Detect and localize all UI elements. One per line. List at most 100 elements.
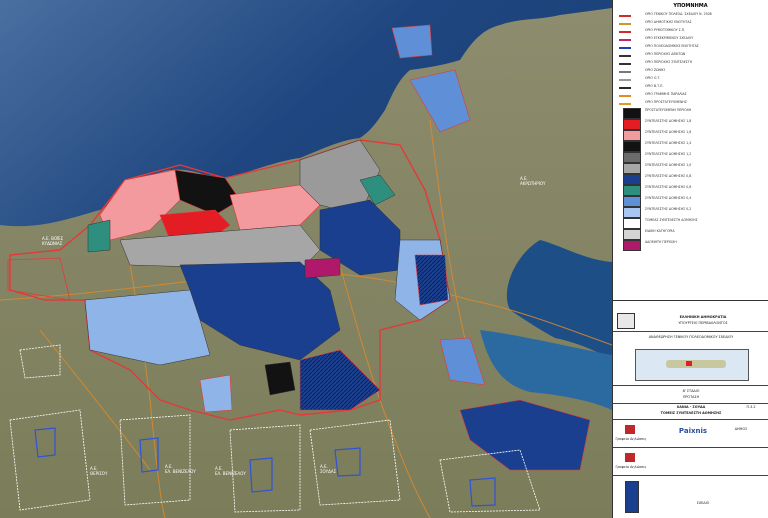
- legend-item-label: ΣΥΝΤΕΛΕΣΤΗΣ ΔΟΜΗΣΗΣ 0,8: [645, 174, 692, 178]
- legend-swatch-line: [619, 63, 631, 65]
- logo-1-text: Γραφείο Δηλώσεις: [615, 437, 647, 441]
- legend-swatch-box: [623, 119, 641, 130]
- map-canvas[interactable]: Α.Ε. ΒΟΪΕΣ ΚΥΔΩΝΙΑΣ Α.Ε. ΑΚΡΩΤΗΡΙΟΥ Α.Ε. ΘΕ…: [0, 0, 612, 518]
- title-block: ΕΛΛΗΝΙΚΗ ΔΗΜΟΚΡΑΤΙΑ ΥΠΟΥΡΓΕΙΟ ΠΕΡΙΒΑΛΛΟΝ…: [612, 300, 768, 518]
- label-voies: Α.Ε. ΒΟΪΕΣ ΚΥΔΩΝΙΑΣ: [42, 236, 64, 246]
- legend-item-label: ΟΡΙΟ ΔΗΜΟΤΙΚΗΣ ΕΝΟΤΗΤΑΣ: [645, 20, 692, 24]
- legend-swatch-box: [623, 218, 641, 229]
- legend-swatch-box: [623, 152, 641, 163]
- footer-text: ΣΧΕΔΙΟ: [696, 501, 710, 505]
- legend-item-label: ΟΡΙΟ ΖΩΝΗΣ: [645, 68, 666, 72]
- logo-1-icon: [625, 425, 635, 434]
- sheet-code: Π.3.2: [746, 405, 756, 409]
- legend-item-label: ΣΥΝΤΕΛΕΣΤΗΣ ΔΟΜΗΣΗΣ 1,0: [645, 163, 692, 167]
- legend-item-label: ΣΥΝΤΕΛΕΣΤΗΣ ΔΟΜΗΣΗΣ 1,4: [645, 141, 692, 145]
- legend-item-label: ΟΡΙΟ ΠΟΛΕΟΔΟΜΙΚΗΣ ΕΝΟΤΗΤΑΣ: [645, 44, 699, 48]
- zone-hatched-east[interactable]: [414, 254, 449, 306]
- legend-item: ΣΥΝΤΕΛΕΣΤΗΣ ΔΟΜΗΣΗΣ 1,2: [619, 152, 767, 163]
- title-stage2: ΠΡΟΤΑΣΗ: [682, 395, 700, 399]
- legend-item: ΟΡΙΟ ΠΡΟΣΤΑΤΕΥΟΜΕΝΗΣ: [619, 100, 767, 108]
- title-org: ΕΛΛΗΝΙΚΗ ΔΗΜΟΚΡΑΤΙΑ: [679, 315, 727, 319]
- legend-item: ΟΡΙΟ Β.Τ.Π.: [619, 84, 767, 92]
- legend-swatch-line: [619, 39, 631, 41]
- legend-item-label: ΣΥΝΤΕΛΕΣΤΗΣ ΔΟΜΗΣΗΣ 0,6: [645, 185, 692, 189]
- legend-item: ΤΟΜΕΑΣ ΣΥΝΤΕΛΕΣΤΗ ΔΟΜΗΣΗΣ: [619, 218, 767, 229]
- legend-item: ΣΥΝΤΕΛΕΣΤΗΣ ΔΟΜΗΣΗΣ 0,8: [619, 174, 767, 185]
- legend-swatch-line: [619, 71, 631, 73]
- legend-title: ΥΠΟΜΝΗΜΑ: [673, 3, 708, 9]
- zone-south-lightblue[interactable]: [199, 374, 233, 413]
- legend-swatch-line: [619, 79, 631, 81]
- logo-2-text: ΔΗΜΟΣ: [734, 427, 748, 431]
- legend-swatch-box: [623, 163, 641, 174]
- legend-swatch-line: [619, 15, 631, 17]
- legend-item-label: ΟΡΙΟ ΠΕΡΙΟΧΗΣ ΣΥΝΤΕΛΕΣΤΗ: [645, 60, 693, 64]
- emblem-icon: [617, 313, 635, 329]
- sheet-title: ΤΟΜΕΙΣ ΣΥΝΤΕΛΕΣΤΗ ΔΟΜΗΣΗΣ: [660, 411, 722, 415]
- legend-item-label: ΕΙΔΙΚΗ ΚΑΤΗΓΟΡΙΑ: [645, 229, 675, 233]
- legend-swatch-box: [623, 196, 641, 207]
- legend-swatch-line: [619, 103, 631, 105]
- legend-swatch-box: [623, 240, 641, 251]
- legend-item-label: ΟΡΙΟ ΓΕΝΙΚΟΥ ΠΟΛΕΟΔ. ΣΧΕΔΙΟΥ Ν. 2508: [645, 12, 712, 16]
- legend-swatch-line: [619, 55, 631, 57]
- legend-item-label: ΑΔΟΜΗΤΗ ΠΕΡΙΟΧΗ: [645, 240, 677, 244]
- legend-item: ΟΡΙΟ ΠΟΛΕΟΔΟΜΙΚΗΣ ΕΝΟΤΗΤΑΣ: [619, 44, 767, 52]
- legend-item: ΑΔΟΜΗΤΗ ΠΕΡΙΟΧΗ: [619, 240, 767, 251]
- legend-panel: ΥΠΟΜΝΗΜΑ ΟΡΙΟ ΓΕΝΙΚΟΥ ΠΟΛΕΟΔ. ΣΧΕΔΙΟΥ Ν.…: [612, 0, 768, 300]
- legend-item: ΟΡΙΟ ΓΡΑΜΜΗΣ ΠΑΡΑΛΙΑΣ: [619, 92, 767, 100]
- zone-black-south[interactable]: [264, 361, 296, 396]
- legend-item: ΣΥΝΤΕΛΕΣΤΗΣ ΔΟΜΗΣΗΣ 0,2: [619, 207, 767, 218]
- legend-item-label: ΣΥΝΤΕΛΕΣΤΗΣ ΔΟΜΗΣΗΣ 0,2: [645, 207, 692, 211]
- legend-swatch-box: [623, 229, 641, 240]
- legend-item-label: ΟΡΙΟ Ο.Τ.: [645, 76, 661, 80]
- legend-swatch-line: [619, 47, 631, 49]
- legend-item-label: ΟΡΙΟ ΠΕΡΙΟΧΗΣ ΔΕΙΚΤΩΝ: [645, 52, 686, 56]
- legend-item: ΠΡΟΣΤΑΤΕΥΟΜΕΝΗ ΠΕΡΙΟΧΗ: [619, 108, 767, 119]
- legend-item: ΟΡΙΟ ΖΩΝΗΣ: [619, 68, 767, 76]
- legend-item-label: ΤΟΜΕΑΣ ΣΥΝΤΕΛΕΣΤΗ ΔΟΜΗΣΗΣ: [645, 218, 698, 222]
- location-island: [666, 360, 726, 368]
- title-stage: Β' ΣΤΑΔΙΟ: [682, 389, 700, 393]
- legend-item-label: ΣΥΝΤΕΛΕΣΤΗΣ ΔΟΜΗΣΗΣ 0,4: [645, 196, 692, 200]
- zone-teal-1[interactable]: [87, 219, 111, 253]
- legend-swatch-box: [623, 130, 641, 141]
- legend-item-label: ΣΥΝΤΕΛΕΣΤΗΣ ΔΟΜΗΣΗΣ 1,6: [645, 130, 692, 134]
- legend-item-label: ΣΥΝΤΕΛΕΣΤΗΣ ΔΟΜΗΣΗΣ 1,8: [645, 119, 692, 123]
- legend-item-label: ΟΡΙΟ ΕΓΚΕΚΡΙΜΕΝΟΥ ΣΧΕΔΙΟΥ: [645, 36, 694, 40]
- legend-item-label: ΟΡΙΟ ΠΡΟΣΤΑΤΕΥΟΜΕΝΗΣ: [645, 100, 687, 104]
- legend-item-label: ΣΥΝΤΕΛΕΣΤΗΣ ΔΟΜΗΣΗΣ 1,2: [645, 152, 692, 156]
- legend-swatch-box: [623, 185, 641, 196]
- legend-item: ΣΥΝΤΕΛΕΣΤΗΣ ΔΟΜΗΣΗΣ 1,8: [619, 119, 767, 130]
- legend-item: ΟΡΙΟ ΕΓΚΕΚΡΙΜΕΝΟΥ ΣΧΕΔΙΟΥ: [619, 36, 767, 44]
- legend-swatch-line: [619, 87, 631, 89]
- logo-3-icon: [625, 453, 635, 462]
- legend-item-label: ΟΡΙΟ Β.Τ.Π.: [645, 84, 664, 88]
- legend-item: ΣΥΝΤΕΛΕΣΤΗΣ ΔΟΜΗΣΗΣ 0,6: [619, 185, 767, 196]
- logo-3-text: Γραφείο Δηλώσεις: [615, 465, 647, 469]
- brand-name: Paixnis: [678, 427, 708, 435]
- legend-item: ΣΥΝΤΕΛΕΣΤΗΣ ΔΟΜΗΣΗΣ 1,0: [619, 163, 767, 174]
- legend-item-label: ΠΡΟΣΤΑΤΕΥΟΜΕΝΗ ΠΕΡΙΟΧΗ: [645, 108, 692, 112]
- legend-item: ΟΡΙΟ ΠΕΡΙΟΧΗΣ ΣΥΝΤΕΛΕΣΤΗ: [619, 60, 767, 68]
- legend-item: ΟΡΙΟ ΔΗΜΟΤΙΚΗΣ ΕΝΟΤΗΤΑΣ: [619, 20, 767, 28]
- legend-swatch-line: [619, 31, 631, 33]
- location-map: [635, 349, 749, 381]
- legend-item-label: ΟΡΙΟ ΡΥΜΟΤΟΜΙΚΟΥ Σ.Π.: [645, 28, 686, 32]
- legend-swatch-box: [623, 141, 641, 152]
- legend-item: ΟΡΙΟ ΡΥΜΟΤΟΜΙΚΟΥ Σ.Π.: [619, 28, 767, 36]
- legend-swatch-box: [623, 174, 641, 185]
- legend-item: ΣΥΝΤΕΛΕΣΤΗΣ ΔΟΜΗΣΗΣ 1,4: [619, 141, 767, 152]
- legend-item: ΕΙΔΙΚΗ ΚΑΤΗΓΟΡΙΑ: [619, 229, 767, 240]
- legend-swatch-box: [623, 108, 641, 119]
- title-ministry: ΥΠΟΥΡΓΕΙΟ ΠΕΡΙΒΑΛΛΟΝΤΟΣ: [678, 321, 728, 325]
- zone-magenta[interactable]: [304, 257, 341, 279]
- legend-item: ΟΡΙΟ Ο.Τ.: [619, 76, 767, 84]
- legend-item: ΟΡΙΟ ΓΕΝΙΚΟΥ ΠΟΛΕΟΔ. ΣΧΕΔΙΟΥ Ν. 2508: [619, 12, 767, 20]
- legend-item: ΣΥΝΤΕΛΕΣΤΗΣ ΔΟΜΗΣΗΣ 0,4: [619, 196, 767, 207]
- badge-icon: [625, 481, 639, 513]
- legend-item: ΟΡΙΟ ΠΕΡΙΟΧΗΣ ΔΕΙΚΤΩΝ: [619, 52, 767, 60]
- legend-swatch-line: [619, 23, 631, 25]
- location-marker: [686, 361, 692, 366]
- title-project: ΑΝΑΘΕΩΡΗΣΗ ΓΕΝΙΚΟΥ ΠΟΛΕΟΔΟΜΙΚΟΥ ΣΧΕΔΙΟΥ: [648, 335, 734, 339]
